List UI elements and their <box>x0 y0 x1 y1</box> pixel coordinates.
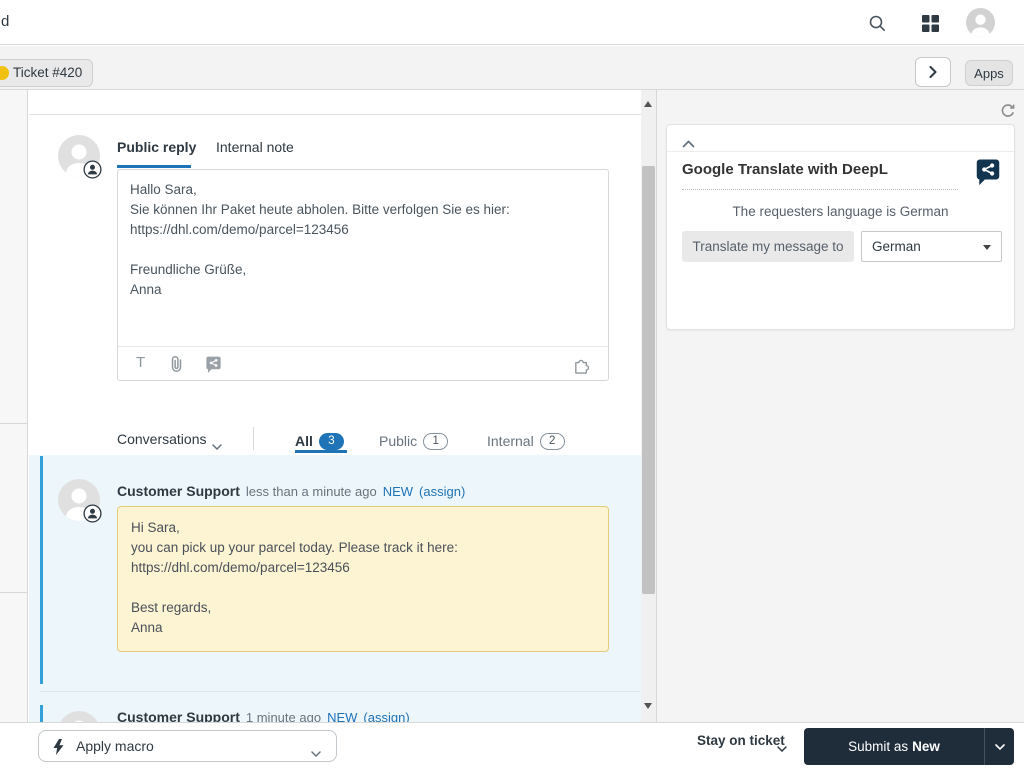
requester-language-note: The requesters language is German <box>732 204 949 219</box>
ticket-footer-bar: Apply macro Stay on ticket Submit as New <box>0 722 1024 768</box>
ticket-status-dot <box>0 66 9 80</box>
tab-conversations-public[interactable]: Public 1 <box>379 429 449 453</box>
ticket-tab-bar <box>0 46 1024 90</box>
next-ticket-button[interactable] <box>915 57 951 87</box>
lightning-bolt-icon <box>53 739 64 760</box>
message-note: Hi Sara, you can pick up your parcel tod… <box>117 506 609 652</box>
message-divider <box>40 691 640 692</box>
submit-button[interactable]: Submit as New <box>804 728 984 765</box>
content-divider <box>29 114 641 115</box>
translate-message-icon[interactable] <box>204 355 223 379</box>
sidebar-divider <box>0 423 28 424</box>
search-icon[interactable] <box>867 13 887 33</box>
scroll-up-arrow[interactable] <box>644 101 652 107</box>
submit-prefix: Submit as <box>848 739 909 754</box>
tab-internal-count-badge: 2 <box>539 432 565 450</box>
translate-app-card: Google Translate with DeepL The requeste… <box>666 124 1015 330</box>
assign-link[interactable]: (assign) <box>419 484 465 499</box>
message-author: Customer Support <box>117 483 240 499</box>
breadcrumb-fragment: d <box>1 13 10 30</box>
apps-button[interactable]: Apps <box>965 60 1013 86</box>
user-avatar[interactable] <box>966 8 995 37</box>
active-tab-underline <box>295 450 347 453</box>
tab-all-label: All <box>295 433 313 449</box>
stay-on-ticket-dropdown[interactable]: Stay on ticket <box>697 733 785 748</box>
submit-button-group: Submit as New <box>804 728 1014 765</box>
message-timestamp: less than a minute ago <box>245 484 377 499</box>
message-status-badge: NEW <box>327 710 358 722</box>
app-window: d Ticket #420 Apps Public reply Internal… <box>0 0 1024 768</box>
scroll-down-arrow[interactable] <box>644 703 652 709</box>
end-user-badge-icon <box>83 504 102 523</box>
apps-grid-icon[interactable] <box>920 13 940 33</box>
message-body: Hi Sara, you can pick up your parcel tod… <box>131 520 458 635</box>
text-format-icon[interactable]: T <box>136 354 145 371</box>
message-timestamp: 1 minute ago <box>245 710 322 722</box>
tab-public-count-badge: 1 <box>423 432 449 450</box>
conversations-dropdown[interactable]: Conversations <box>117 431 207 447</box>
active-tab-underline <box>117 165 191 168</box>
message-header: Customer Support less than a minute ago … <box>117 483 465 499</box>
language-select[interactable]: German <box>861 231 1002 262</box>
chevron-down-icon[interactable] <box>777 739 787 757</box>
tab-internal-note[interactable]: Internal note <box>216 139 294 155</box>
chevron-right-icon <box>929 66 937 78</box>
reply-textarea[interactable]: Hallo Sara, Sie können Ihr Paket heute a… <box>130 180 596 340</box>
apps-puzzle-icon[interactable] <box>572 355 592 379</box>
message-header: Customer Support 1 minute ago NEW (assig… <box>117 709 410 722</box>
vertical-divider <box>253 427 254 450</box>
editor-toolbar: T <box>118 346 608 380</box>
message-accent-stripe <box>40 705 43 722</box>
language-selected-value: German <box>872 239 921 254</box>
tab-conversations-internal[interactable]: Internal 2 <box>487 429 565 453</box>
message-author: Customer Support <box>117 709 240 722</box>
chevron-down-icon <box>311 744 321 762</box>
reply-editor: Hallo Sara, Sie können Ihr Paket heute a… <box>117 169 609 381</box>
conversation-list: Customer Support less than a minute ago … <box>29 455 641 722</box>
translate-message-button[interactable]: Translate my message to <box>682 231 854 262</box>
card-divider <box>667 151 1014 152</box>
tab-public-label: Public <box>379 433 418 449</box>
message-avatar <box>58 711 100 722</box>
apply-macro-combobox[interactable]: Apply macro <box>38 730 337 762</box>
ticket-tab[interactable]: Ticket #420 <box>0 59 93 87</box>
refresh-icon[interactable] <box>1000 103 1016 124</box>
deepl-app-icon <box>973 157 1003 192</box>
left-collapsed-sidebar[interactable] <box>0 90 28 722</box>
message-accent-stripe <box>40 456 43 684</box>
assign-link[interactable]: (assign) <box>363 710 409 722</box>
submit-options-caret[interactable] <box>985 728 1014 765</box>
scrollbar-thumb[interactable] <box>642 166 655 594</box>
top-header: d <box>0 0 1024 45</box>
tab-internal-label: Internal <box>487 433 534 449</box>
end-user-badge-icon <box>83 160 102 179</box>
sidebar-divider <box>0 592 28 593</box>
apply-macro-placeholder: Apply macro <box>76 738 154 754</box>
vertical-scrollbar[interactable] <box>641 90 656 722</box>
tab-all-count-badge: 3 <box>318 432 344 450</box>
attachment-icon[interactable] <box>168 355 185 378</box>
submit-status: New <box>912 739 940 754</box>
chevron-down-icon[interactable] <box>212 437 222 455</box>
select-arrow-icon <box>983 245 991 250</box>
ticket-tab-label: Ticket #420 <box>13 65 83 80</box>
message-status-badge: NEW <box>382 484 414 499</box>
tab-public-reply[interactable]: Public reply <box>117 139 196 155</box>
app-title: Google Translate with DeepL <box>682 161 958 190</box>
